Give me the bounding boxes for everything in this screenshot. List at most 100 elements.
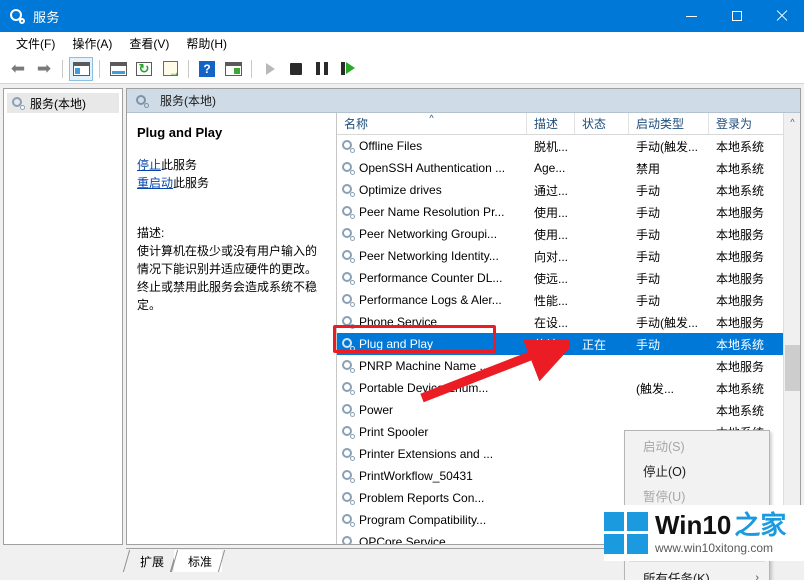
service-name-cell: Peer Name Resolution Pr...	[337, 205, 527, 219]
table-row[interactable]: Peer Name Resolution Pr... 使用... 手动 本地服务	[337, 201, 800, 223]
menu-view[interactable]: 查看(V)	[121, 33, 178, 54]
service-gear-icon	[341, 205, 355, 219]
table-row[interactable]: PNRP Machine Name ... 本地服务	[337, 355, 800, 377]
column-header-startup-type[interactable]: 启动类型	[629, 113, 709, 134]
description-label: 描述:	[137, 226, 165, 240]
table-row[interactable]: Power 本地系统	[337, 399, 800, 421]
show-action-pane-icon	[224, 61, 242, 76]
service-logon-cell: 本地系统	[716, 381, 765, 396]
column-header-status[interactable]: 状态	[575, 113, 629, 134]
maximize-button[interactable]	[714, 0, 759, 32]
toolbar-properties[interactable]	[106, 57, 130, 81]
column-header-name[interactable]: 名称 ^	[337, 113, 527, 134]
menu-file[interactable]: 文件(F)	[8, 33, 64, 54]
toolbar-divider	[251, 59, 252, 78]
service-name-cell: Plug and Play	[337, 337, 527, 351]
toolbar-back[interactable]: ⬅	[6, 57, 30, 81]
toolbar-restart-service[interactable]	[336, 57, 360, 81]
toolbar-show-tree[interactable]	[69, 56, 93, 81]
window-title: 服务	[33, 9, 60, 25]
service-name-label: Peer Networking Identity...	[359, 249, 499, 263]
service-name-cell: Printer Extensions and ...	[337, 447, 527, 461]
service-gear-icon	[341, 161, 355, 175]
table-row[interactable]: Performance Logs & Aler... 性能... 手动 本地服务	[337, 289, 800, 311]
services-gear-icon	[135, 94, 149, 108]
service-name-label: Performance Counter DL...	[359, 271, 503, 285]
scrollbar-thumb[interactable]	[785, 345, 800, 391]
menu-help[interactable]: 帮助(H)	[178, 33, 236, 54]
service-gear-icon	[341, 469, 355, 483]
list-header: 名称 ^ 描述 状态 启动类型 登录为	[337, 113, 800, 135]
context-menu-item-label: 启动(S)	[643, 440, 685, 454]
toolbar-refresh[interactable]: ↻	[132, 57, 156, 81]
service-name-label: QPCore Service	[359, 535, 446, 544]
service-description-cell: 使用...	[534, 227, 569, 242]
sidebar-item-services-local[interactable]: 服务(本地)	[7, 93, 119, 113]
toolbar-action-pane[interactable]	[221, 57, 245, 81]
toolbar-forward[interactable]: ➡	[32, 57, 56, 81]
vertical-scrollbar[interactable]: ^	[783, 113, 800, 544]
table-row[interactable]: Peer Networking Groupi... 使用... 手动 本地服务	[337, 223, 800, 245]
restart-service-link[interactable]: 重启动	[137, 176, 173, 190]
service-gear-icon	[341, 425, 355, 439]
column-header-log-on-as[interactable]: 登录为	[709, 113, 786, 134]
ctx-stop[interactable]: 停止(O)	[625, 458, 769, 483]
toolbar-stop-service[interactable]	[284, 57, 308, 81]
service-gear-icon	[341, 249, 355, 263]
table-row[interactable]: Plug and Play 使计... 正在 手动 本地系统	[337, 333, 800, 355]
service-startup-type-cell: 手动	[636, 249, 661, 264]
service-logon-cell: 本地系统	[716, 403, 765, 418]
console-tree-pane: 服务(本地)	[3, 88, 123, 545]
watermark-text: Win10 之家 www.win10xitong.com	[655, 512, 786, 555]
table-row[interactable]: Optimize drives 通过... 手动 本地系统	[337, 179, 800, 201]
stop-icon	[290, 62, 302, 75]
service-logon-cell: 本地系统	[716, 139, 765, 154]
menu-action[interactable]: 操作(A)	[64, 33, 121, 54]
body-area: 服务(本地) 服务(本地) Plug and Play 停止此服务 重启动此服务	[0, 85, 804, 580]
table-row[interactable]: OpenSSH Authentication ... Age... 禁用 本地系统	[337, 157, 800, 179]
help-icon: ?	[199, 60, 215, 77]
service-logon-cell: 本地服务	[716, 227, 765, 242]
detail-service-title: Plug and Play	[137, 125, 223, 140]
tab-standard[interactable]: 标准	[174, 550, 223, 572]
service-startup-type-cell: 手动(触发...	[636, 139, 698, 154]
service-logon-cell: 本地服务	[716, 249, 765, 264]
service-name-label: Performance Logs & Aler...	[359, 293, 502, 307]
tab-extended[interactable]: 扩展	[126, 550, 174, 572]
close-icon	[776, 10, 788, 22]
table-row[interactable]: Offline Files 脱机... 手动(触发... 本地系统	[337, 135, 800, 157]
toolbar-pause-service[interactable]	[310, 57, 334, 81]
restart-service-row: 重启动此服务	[137, 174, 326, 192]
service-description-cell: 使用...	[534, 205, 569, 220]
chevron-right-icon: ›	[755, 571, 759, 580]
ctx-all-tasks[interactable]: 所有任务(K) ›	[625, 565, 769, 580]
service-logon-cell: 本地系统	[716, 337, 765, 352]
scroll-up-icon[interactable]: ^	[784, 113, 801, 130]
stop-service-link[interactable]: 停止	[137, 158, 161, 172]
toolbar-start-service[interactable]	[258, 57, 282, 81]
restart-service-suffix: 此服务	[173, 176, 210, 190]
stop-service-row: 停止此服务	[137, 156, 326, 174]
column-header-description[interactable]: 描述	[527, 113, 575, 134]
table-row[interactable]: Portable Device Enum... (触发... 本地系统	[337, 377, 800, 399]
service-name-cell: Optimize drives	[337, 183, 527, 197]
service-name-cell: QPCore Service	[337, 535, 527, 544]
service-name-cell: Problem Reports Con...	[337, 491, 527, 505]
service-description-cell: 使计...	[534, 337, 569, 352]
minimize-button[interactable]	[669, 0, 714, 32]
windows-logo-icon	[604, 512, 648, 554]
window-controls	[669, 0, 804, 32]
table-row[interactable]: Performance Counter DL... 使远... 手动 本地服务	[337, 267, 800, 289]
service-name-label: Phone Service	[359, 315, 438, 329]
table-row[interactable]: Peer Networking Identity... 向对... 手动 本地服务	[337, 245, 800, 267]
service-description-cell: 向对...	[534, 249, 569, 264]
toolbar-export[interactable]	[158, 57, 182, 81]
service-name-cell: OpenSSH Authentication ...	[337, 161, 527, 175]
ctx-start: 启动(S)	[625, 433, 769, 458]
close-button[interactable]	[759, 0, 804, 32]
toolbar-help[interactable]: ?	[195, 57, 219, 81]
toolbar-divider	[62, 59, 63, 78]
restart-icon	[341, 62, 355, 75]
table-row[interactable]: Phone Service 在设... 手动(触发... 本地服务	[337, 311, 800, 333]
service-gear-icon	[341, 315, 355, 329]
